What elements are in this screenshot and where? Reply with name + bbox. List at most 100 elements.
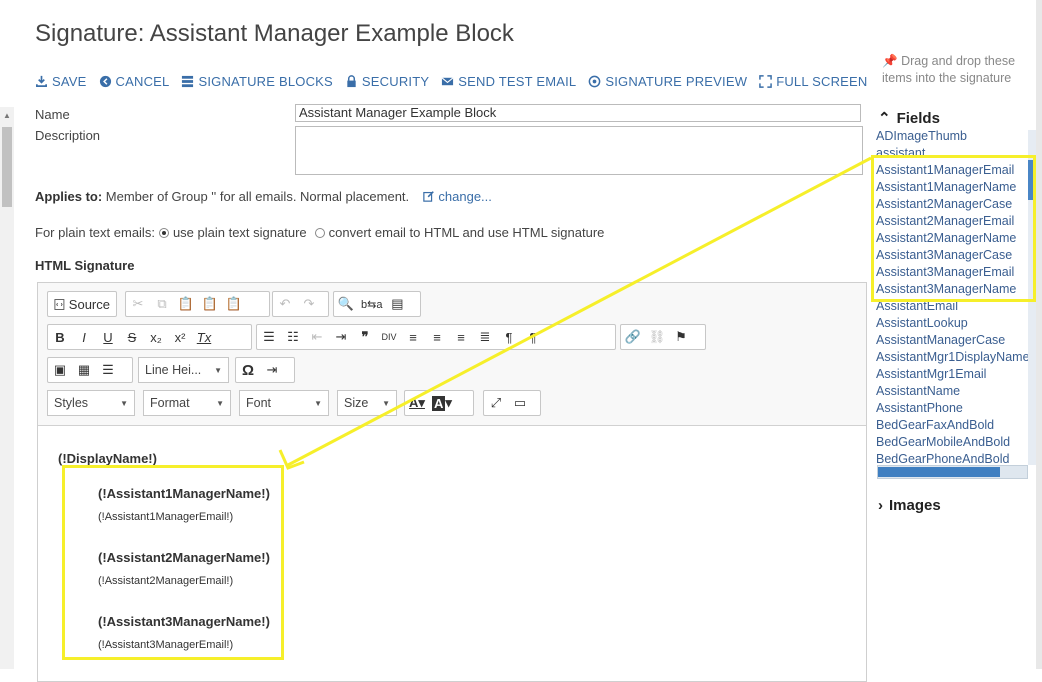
remove-format-icon[interactable]: Tx — [192, 325, 216, 349]
field-item[interactable]: Assistant3ManagerCase — [876, 247, 1028, 264]
field-item[interactable]: ADImageThumb — [876, 128, 1028, 145]
name-input[interactable]: Assistant Manager Example Block — [295, 104, 861, 122]
show-blocks-icon[interactable]: ▭ — [508, 391, 532, 415]
field-item[interactable]: Assistant2ManagerEmail — [876, 213, 1028, 230]
cut-icon[interactable]: ✂ — [126, 292, 150, 316]
field-item[interactable]: assistant — [876, 145, 1028, 162]
fields-header[interactable]: ⌃ Fields — [878, 109, 940, 128]
superscript-icon[interactable]: x² — [168, 325, 192, 349]
rtl-icon[interactable]: ¶ — [521, 325, 545, 349]
field-item[interactable]: Assistant2ManagerCase — [876, 196, 1028, 213]
div-icon[interactable]: DIV — [377, 325, 401, 349]
align-right-icon[interactable]: ≡ — [449, 325, 473, 349]
chevron-right-icon: › — [878, 497, 883, 514]
paste-word-icon[interactable]: 📋 — [222, 292, 246, 316]
ltr-icon[interactable]: ¶ — [497, 325, 521, 349]
convert-html-radio[interactable] — [314, 227, 325, 238]
background-color-icon[interactable]: A ▾ — [429, 391, 455, 415]
replace-icon[interactable]: b⇆a — [358, 292, 385, 316]
bold-icon[interactable]: B — [48, 325, 72, 349]
maximize-icon[interactable]: ⤢ — [484, 391, 508, 415]
fields-vertical-thumb[interactable] — [1028, 160, 1036, 200]
signature-blocks-button[interactable]: SIGNATURE BLOCKS — [181, 72, 333, 90]
unlink-icon[interactable]: ⛓ — [645, 325, 669, 349]
field-item[interactable]: BedGearFaxAndBold — [876, 417, 1028, 434]
find-icon[interactable]: 🔍 — [334, 292, 358, 316]
line-height-select[interactable]: Line Hei... ▼ — [138, 357, 229, 383]
field-item[interactable]: BedGearMobileAndBold — [876, 434, 1028, 451]
justify-icon[interactable]: ≣ — [473, 325, 497, 349]
strike-icon[interactable]: S — [120, 325, 144, 349]
blockquote-icon[interactable]: ❞ — [353, 325, 377, 349]
save-button[interactable]: SAVE — [35, 72, 87, 90]
full-screen-button[interactable]: FULL SCREEN — [759, 72, 867, 90]
paste-icon[interactable]: 📋 — [174, 292, 198, 316]
field-item[interactable]: AssistantLookup — [876, 315, 1028, 332]
images-header[interactable]: › Images — [878, 497, 941, 514]
font-select[interactable]: Font ▼ — [239, 390, 329, 416]
send-test-email-button[interactable]: SEND TEST EMAIL — [441, 72, 576, 90]
field-item[interactable]: Assistant3ManagerName — [876, 281, 1028, 298]
field-item[interactable]: AssistantPhone — [876, 400, 1028, 417]
view-group: ⤢ ▭ — [483, 390, 541, 416]
table-icon[interactable]: ▦ — [72, 358, 96, 382]
styles-select[interactable]: Styles ▼ — [47, 390, 135, 416]
format-select[interactable]: Format ▼ — [143, 390, 231, 416]
display-name-placeholder[interactable]: (!DisplayName!) — [58, 451, 157, 466]
assistant2-name-placeholder[interactable]: (!Assistant2ManagerName!) — [98, 550, 270, 565]
size-select[interactable]: Size ▼ — [337, 390, 397, 416]
fields-horizontal-scrollbar[interactable] — [877, 465, 1028, 479]
field-item[interactable]: Assistant1ManagerName — [876, 179, 1028, 196]
field-item[interactable]: Assistant2ManagerName — [876, 230, 1028, 247]
assistant1-name-placeholder[interactable]: (!Assistant1ManagerName!) — [98, 486, 270, 501]
assistant1-email-placeholder[interactable]: (!Assistant1ManagerEmail!) — [98, 511, 233, 523]
pin-icon: 📌 — [882, 54, 898, 68]
field-item[interactable]: Assistant1ManagerEmail — [876, 162, 1028, 179]
horizontal-rule-icon[interactable]: ☰ — [96, 358, 120, 382]
bullet-list-icon[interactable]: ☷ — [281, 325, 305, 349]
text-color-icon[interactable]: A▾ — [405, 391, 429, 415]
assistant2-email-placeholder[interactable]: (!Assistant2ManagerEmail!) — [98, 575, 233, 587]
fields-list[interactable]: ADImageThumb assistant Assistant1ManagerEm… — [876, 128, 1028, 479]
field-item[interactable]: AssistantEmail — [876, 298, 1028, 315]
outdent-icon[interactable]: ⇤ — [305, 325, 329, 349]
field-item[interactable]: AssistantMgr1Email — [876, 366, 1028, 383]
copy-icon[interactable]: ⧉ — [150, 292, 174, 316]
select-all-icon[interactable]: ▤ — [385, 292, 409, 316]
link-icon[interactable]: 🔗 — [621, 325, 645, 349]
align-left-icon[interactable]: ≡ — [401, 325, 425, 349]
assistant3-email-placeholder[interactable]: (!Assistant3ManagerEmail!) — [98, 639, 233, 651]
page-scrollbar[interactable] — [1036, 0, 1042, 669]
left-scrollbar[interactable]: ▲ — [0, 107, 14, 669]
omega-icon[interactable]: Ω — [236, 358, 260, 382]
field-item[interactable]: Assistant3ManagerEmail — [876, 264, 1028, 281]
change-link[interactable]: change... — [423, 189, 492, 204]
fields-vertical-scrollbar[interactable] — [1028, 130, 1036, 465]
source-button[interactable]: Source — [48, 292, 116, 316]
field-item[interactable]: AssistantName — [876, 383, 1028, 400]
fields-horizontal-thumb[interactable] — [878, 467, 1000, 477]
underline-icon[interactable]: U — [96, 325, 120, 349]
left-scrollbar-thumb[interactable] — [2, 127, 12, 207]
anchor-flag-icon[interactable]: ⚑ — [669, 325, 693, 349]
undo-icon[interactable]: ↶ — [273, 292, 297, 316]
subscript-icon[interactable]: x₂ — [144, 325, 168, 349]
security-button[interactable]: SECURITY — [345, 72, 429, 90]
numbered-list-icon[interactable]: ☰ — [257, 325, 281, 349]
signature-preview-button[interactable]: SIGNATURE PREVIEW — [588, 72, 747, 90]
cancel-button[interactable]: CANCEL — [99, 72, 170, 90]
image-icon[interactable]: ▣ — [48, 358, 72, 382]
description-input[interactable] — [295, 126, 863, 175]
align-center-icon[interactable]: ≡ — [425, 325, 449, 349]
scroll-up-icon[interactable]: ▲ — [3, 111, 11, 120]
field-item[interactable]: AssistantManagerCase — [876, 332, 1028, 349]
redo-icon[interactable]: ↷ — [297, 292, 321, 316]
italic-icon[interactable]: I — [72, 325, 96, 349]
plain-text-radio[interactable] — [158, 227, 169, 238]
description-label: Description — [35, 128, 101, 143]
field-item[interactable]: AssistantMgr1DisplayName — [876, 349, 1028, 366]
assistant3-name-placeholder[interactable]: (!Assistant3ManagerName!) — [98, 614, 270, 629]
page-break-icon[interactable]: ⇥ — [260, 358, 284, 382]
indent-icon[interactable]: ⇥ — [329, 325, 353, 349]
paste-text-icon[interactable]: 📋 — [198, 292, 222, 316]
